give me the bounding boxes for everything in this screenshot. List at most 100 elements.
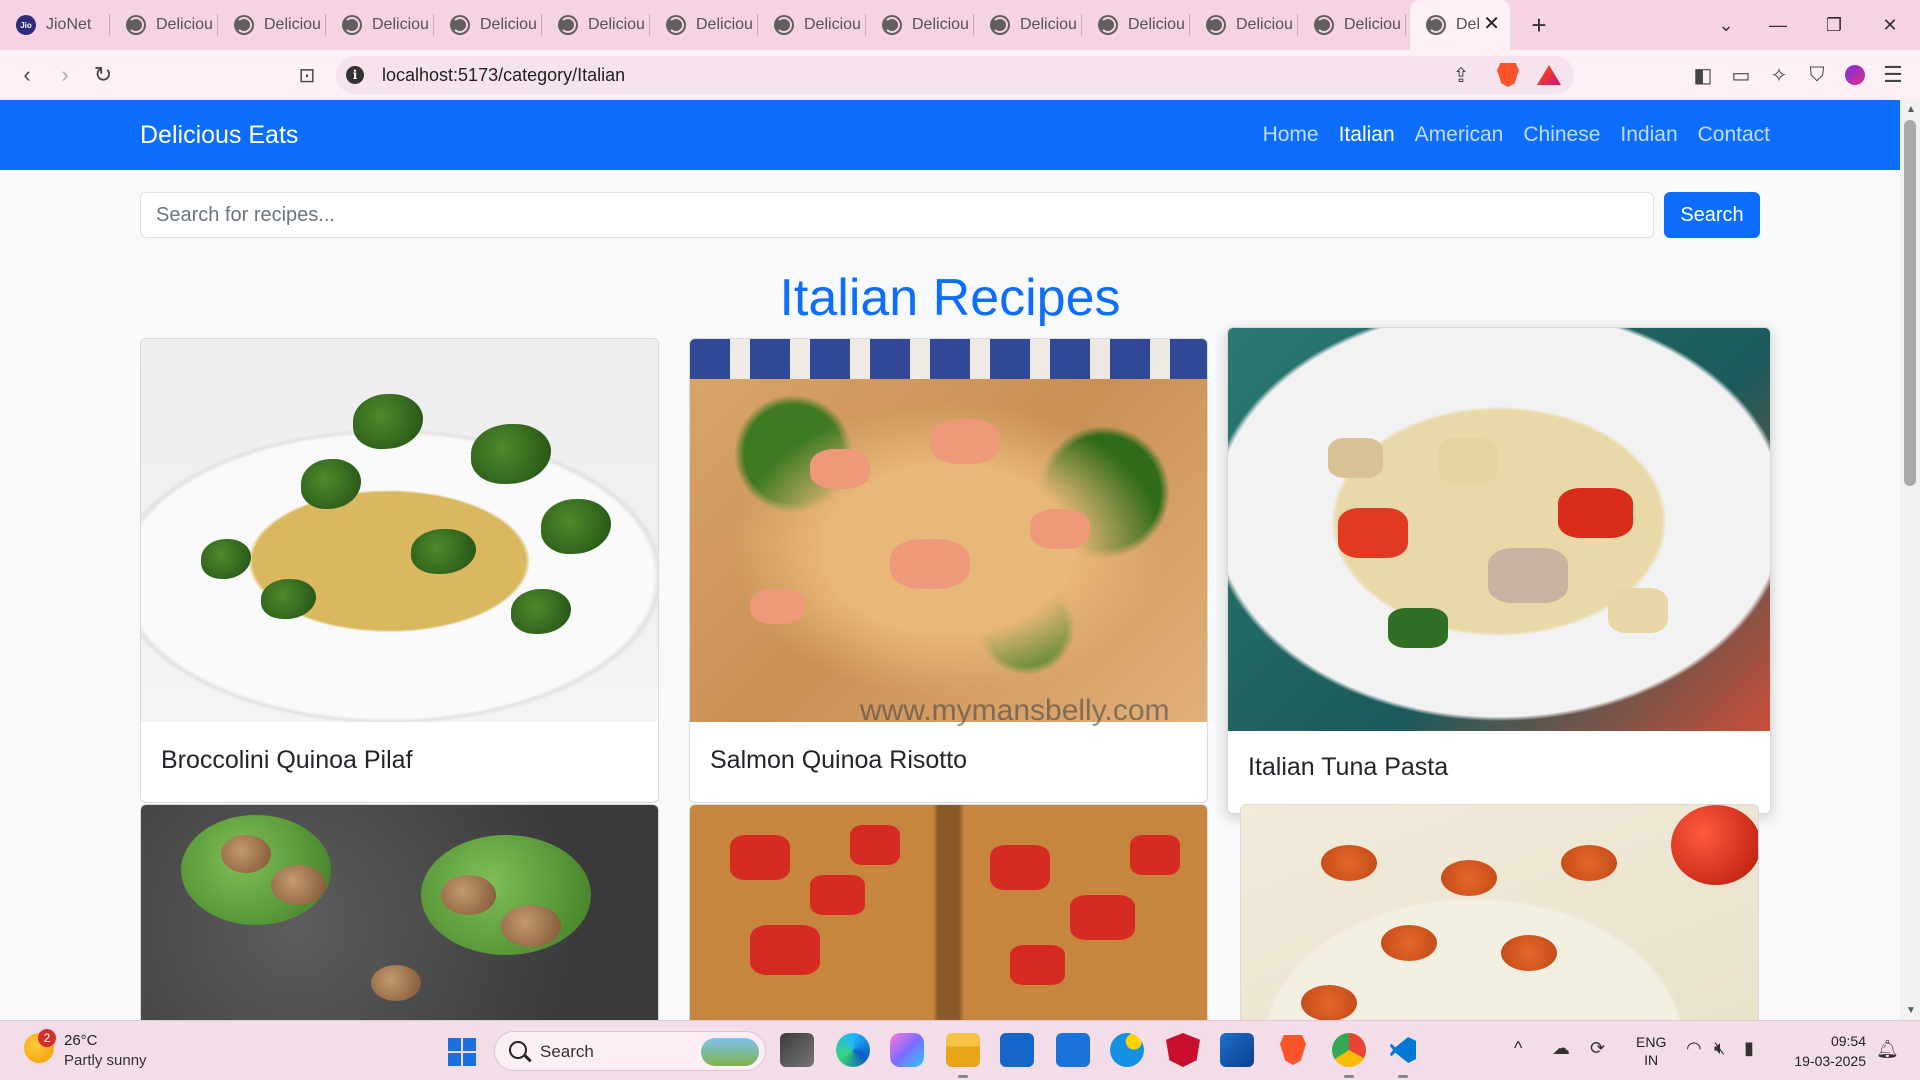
- new-tab-button[interactable]: +: [1524, 10, 1554, 41]
- tab-search-chevron-icon[interactable]: ⌄: [1698, 0, 1754, 50]
- tab-delicious-eats[interactable]: Delicious Eats: [1190, 0, 1298, 50]
- outlook-icon[interactable]: [1220, 1033, 1254, 1067]
- brave-icon[interactable]: [1276, 1033, 1310, 1067]
- tab-delicious-eats[interactable]: Delicious Eats: [1082, 0, 1190, 50]
- show-hidden-icons-icon[interactable]: ^: [1514, 1038, 1522, 1059]
- brand-logo[interactable]: Delicious Eats: [140, 120, 298, 150]
- weather-desc[interactable]: Partly sunny: [64, 1052, 147, 1069]
- recipe-card[interactable]: Italian Tuna Pasta: [1227, 327, 1771, 814]
- recipe-card[interactable]: Broccolini Quinoa Pilaf: [140, 338, 659, 803]
- lang-primary: ENG: [1636, 1034, 1667, 1050]
- globe-icon: [1098, 15, 1118, 35]
- tab-delicious-eats[interactable]: Delicious Eats: [110, 0, 218, 50]
- taskbar-search-label: Search: [540, 1042, 594, 1061]
- nav-italian[interactable]: Italian: [1339, 122, 1395, 148]
- chrome-icon[interactable]: [1332, 1033, 1366, 1078]
- globe-icon: [774, 15, 794, 35]
- file-explorer-icon[interactable]: [946, 1033, 980, 1078]
- nav-chinese[interactable]: Chinese: [1523, 122, 1600, 148]
- share-icon[interactable]: ⇪: [1448, 62, 1474, 88]
- recipe-card[interactable]: [689, 804, 1208, 1020]
- search-button[interactable]: Search: [1664, 192, 1760, 238]
- recipe-title: Italian Tuna Pasta: [1248, 753, 1449, 781]
- scroll-thumb[interactable]: [1904, 120, 1916, 486]
- vpn-icon[interactable]: ⛉: [1804, 62, 1830, 88]
- weather-badge: 2: [38, 1029, 56, 1047]
- bookmark-icon[interactable]: ⊡: [294, 62, 320, 88]
- system-clock[interactable]: 09:54 19-03-2025: [1786, 1031, 1866, 1071]
- url-text[interactable]: localhost:5173/category/Italian: [382, 63, 625, 87]
- notification-bell-icon[interactable]: 🔔︎: [1876, 1039, 1899, 1060]
- back-icon[interactable]: ‹: [14, 62, 40, 88]
- image-watermark: www.mymansbelly.com: [860, 694, 1170, 727]
- taskbar-search[interactable]: Search: [494, 1031, 766, 1071]
- edge-icon[interactable]: [836, 1033, 870, 1067]
- wallet-icon[interactable]: ▭: [1728, 62, 1754, 88]
- tab-label: Delicious Eats: [696, 16, 752, 33]
- sidebar-toggle-icon[interactable]: ◧: [1690, 62, 1716, 88]
- nav-home[interactable]: Home: [1263, 122, 1319, 148]
- scroll-down-arrow-icon[interactable]: ▼: [1906, 1005, 1916, 1016]
- clock-time: 09:54: [1830, 1033, 1866, 1049]
- recipe-card[interactable]: www.mymansbelly.com Salmon Quinoa Risott…: [689, 338, 1208, 803]
- globe-icon: [666, 15, 686, 35]
- jio-icon: Jio: [16, 15, 36, 35]
- nav-contact[interactable]: Contact: [1698, 122, 1770, 148]
- start-windows-icon[interactable]: [448, 1038, 476, 1066]
- globe-icon: [1426, 15, 1446, 35]
- recipe-title: Salmon Quinoa Risotto: [710, 746, 968, 774]
- tab-delicious-eats[interactable]: Delicious Eats: [434, 0, 542, 50]
- mcafee-icon[interactable]: [1166, 1033, 1200, 1067]
- tab-delicious-eats[interactable]: Delicious Eats: [542, 0, 650, 50]
- nav-american[interactable]: American: [1415, 122, 1504, 148]
- menu-icon[interactable]: ☰: [1880, 62, 1906, 88]
- sync-icon[interactable]: ⟳: [1590, 1038, 1605, 1059]
- restore-icon[interactable]: ❐: [1806, 0, 1862, 50]
- site-info-icon[interactable]: i: [346, 66, 364, 84]
- tab-label: Delicious Eats: [372, 16, 428, 33]
- tab-delicious-eats[interactable]: Delicious Eats: [1298, 0, 1406, 50]
- tab-label: Delicious Eats: [480, 16, 536, 33]
- recipe-card[interactable]: [140, 804, 659, 1020]
- leo-ai-icon[interactable]: ✧: [1766, 62, 1792, 88]
- nav-indian[interactable]: Indian: [1620, 122, 1677, 148]
- tab-delicious-eats[interactable]: Delicious Eats: [218, 0, 326, 50]
- page-scrollbar[interactable]: ▲ ▼: [1900, 100, 1920, 1020]
- tab-jionet[interactable]: Jio JioNet: [0, 0, 110, 50]
- recipe-image: [141, 339, 658, 722]
- volume-muted-icon[interactable]: 🔇︎: [1714, 1038, 1725, 1059]
- close-window-icon[interactable]: ✕: [1862, 0, 1918, 50]
- language-indicator[interactable]: ENG IN: [1636, 1033, 1666, 1069]
- tab-label: Delicious Eats: [1128, 16, 1184, 33]
- lang-region: IN: [1644, 1052, 1659, 1068]
- wifi-icon[interactable]: ◠: [1686, 1038, 1702, 1059]
- weather-temp[interactable]: 26°C: [64, 1032, 98, 1049]
- forward-icon[interactable]: ›: [52, 62, 78, 88]
- tab-delicious-eats[interactable]: Delicious Eats: [974, 0, 1082, 50]
- copilot-icon[interactable]: [890, 1033, 924, 1067]
- tab-label: Delicious Eats: [912, 16, 968, 33]
- globe-icon: [558, 15, 578, 35]
- reload-icon[interactable]: ↻: [90, 62, 116, 88]
- tab-label: Delicious Eats: [588, 16, 644, 33]
- support-icon[interactable]: [1110, 1033, 1144, 1067]
- tab-delicious-eats[interactable]: Delicious Eats: [866, 0, 974, 50]
- tab-delicious-eats[interactable]: Delicious Eats: [326, 0, 434, 50]
- recipe-search-input[interactable]: Search for recipes...: [140, 192, 1654, 238]
- store-icon[interactable]: [1000, 1033, 1034, 1067]
- tab-delicious-eats[interactable]: Delicious Eats: [758, 0, 866, 50]
- close-tab-icon[interactable]: ✕: [1483, 14, 1500, 34]
- vscode-icon[interactable]: [1386, 1033, 1420, 1078]
- profile-icon[interactable]: [1842, 62, 1868, 88]
- myhp-icon[interactable]: [1056, 1033, 1090, 1067]
- tab-active[interactable]: Delicious Eats ✕: [1410, 0, 1510, 50]
- tab-label: Delicious Eats: [264, 16, 320, 33]
- onedrive-error-icon[interactable]: ☁: [1552, 1038, 1570, 1059]
- minimize-icon[interactable]: —: [1750, 0, 1806, 50]
- page-title: Italian Recipes: [779, 269, 1121, 327]
- tab-delicious-eats[interactable]: Delicious Eats: [650, 0, 758, 50]
- scroll-up-arrow-icon[interactable]: ▲: [1906, 104, 1916, 115]
- recipe-card[interactable]: [1240, 804, 1759, 1020]
- task-view-icon[interactable]: [780, 1033, 814, 1067]
- battery-icon[interactable]: ▮: [1744, 1038, 1754, 1059]
